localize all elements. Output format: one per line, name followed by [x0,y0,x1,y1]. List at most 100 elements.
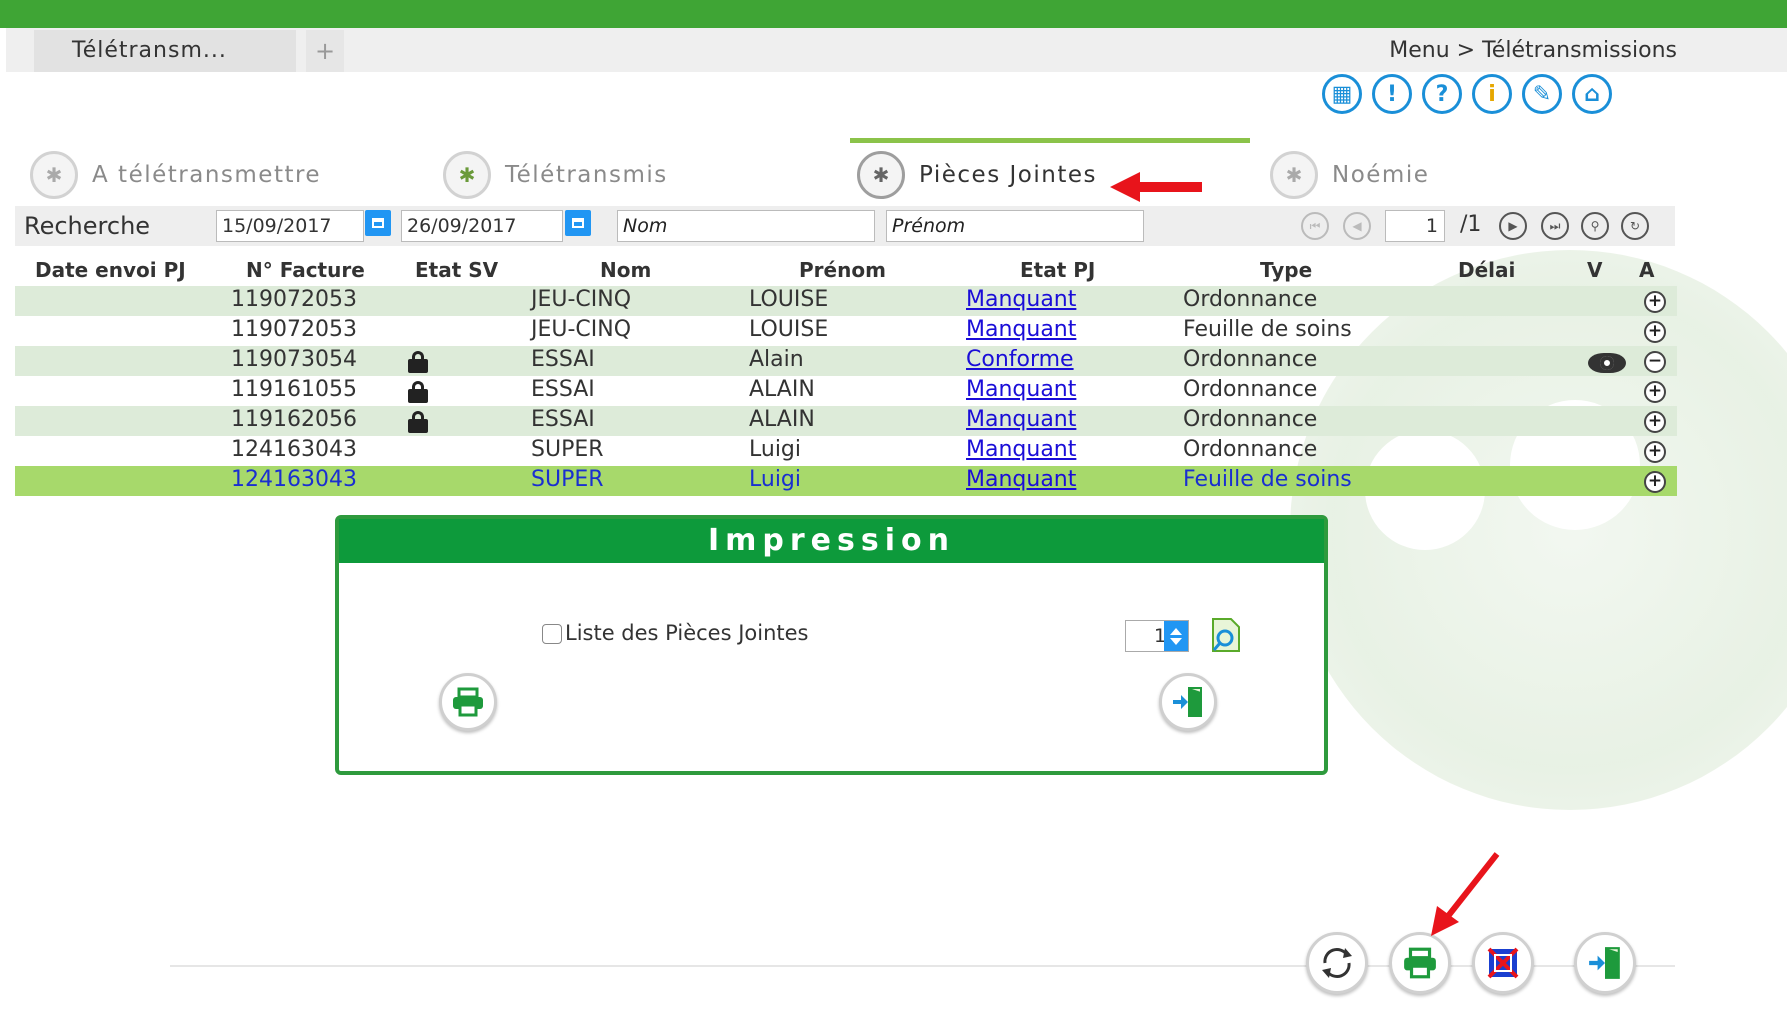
column-header[interactable]: Prénom [799,258,886,282]
table-row[interactable]: 119073054 ESSAI Alain Conforme Ordonnanc… [15,346,1677,376]
type-cell: Ordonnance [1183,287,1318,312]
search-label: Recherche [24,212,151,240]
next-page-icon[interactable]: ▶ [1499,212,1527,240]
column-header[interactable]: Type [1260,258,1312,282]
tab-label: Télétransmis [505,162,668,188]
facture-cell: 119072053 [231,287,357,312]
printer-icon [1404,947,1436,979]
search-icon[interactable]: ⚲ [1581,212,1609,240]
exit-button[interactable] [1574,932,1636,994]
info-icon[interactable]: i [1472,74,1512,114]
etat-pj-link[interactable]: Manquant [966,467,1076,492]
etat-pj-link[interactable]: Manquant [966,377,1076,402]
etat-pj-link[interactable]: Manquant [966,287,1076,312]
lock-icon [408,381,428,403]
lock-icon [408,411,428,433]
first-page-icon[interactable]: ⏮ [1301,212,1329,240]
add-icon[interactable]: + [1644,381,1666,403]
nom-cell: JEU-CINQ [531,287,632,312]
copies-stepper[interactable]: 1 [1125,620,1189,652]
top-toolbar: ▦ ! ? i ✎ ⌂ [1322,74,1612,116]
column-header[interactable]: N° Facture [246,258,365,282]
nom-cell: SUPER [531,437,604,462]
table-header: Date envoi PJ N° Facture Etat SV Nom Pré… [15,256,1677,286]
etat-pj-link[interactable]: Manquant [966,317,1076,342]
table-row[interactable]: 124163043 SUPER Luigi Manquant Ordonnanc… [15,436,1677,466]
checkbox-label[interactable]: Liste des Pièces Jointes [565,621,809,645]
help-icon[interactable]: ? [1422,74,1462,114]
page-total: /1 [1460,212,1482,237]
calendar-icon[interactable]: ▦ [1322,74,1362,114]
view-eye-icon[interactable] [1588,353,1626,373]
etat-pj-link[interactable]: Manquant [966,437,1076,462]
nom-cell: JEU-CINQ [531,317,632,342]
last-page-icon[interactable]: ⏭ [1541,212,1569,240]
column-header[interactable]: Délai [1458,258,1515,282]
add-icon[interactable]: + [1644,291,1666,313]
table-row[interactable]: 119162056 ESSAI ALAIN Manquant Ordonnanc… [15,406,1677,436]
print-button[interactable] [1389,932,1451,994]
type-cell: Ordonnance [1183,377,1318,402]
add-icon[interactable]: + [1644,471,1666,493]
column-header[interactable]: A [1639,258,1654,282]
print-preview-icon[interactable] [1210,617,1242,653]
prenom-cell: ALAIN [749,377,815,402]
prenom-cell: ALAIN [749,407,815,432]
window-tab[interactable]: Télétransm... [34,30,296,72]
facture-cell: 119162056 [231,407,357,432]
nom-cell: SUPER [531,467,604,492]
calendar-icon[interactable] [365,210,391,236]
table-row-selected[interactable]: 124163043 SUPER Luigi Manquant Feuille d… [15,466,1677,496]
page-number-input[interactable]: 1 [1385,210,1445,242]
column-header[interactable]: Nom [600,258,651,282]
exit-door-icon [1173,687,1202,717]
breadcrumb: Menu > Télétransmissions [1389,38,1677,63]
etat-pj-link[interactable]: Conforme [966,347,1074,372]
tab-teletransmis[interactable]: ✱ Télétransmis [443,150,668,200]
table-row[interactable]: 119072053 JEU-CINQ LOUISE Manquant Feuil… [15,316,1677,346]
settings-icon[interactable]: ✎ [1522,74,1562,114]
add-tab-button[interactable]: + [306,30,344,72]
column-header[interactable]: Etat SV [415,258,498,282]
date-from-input[interactable]: 15/09/2017 [216,210,364,242]
nom-cell: ESSAI [531,407,595,432]
etat-pj-link[interactable]: Manquant [966,407,1076,432]
add-icon[interactable]: + [1644,411,1666,433]
table-row[interactable]: 119161055 ESSAI ALAIN Manquant Ordonnanc… [15,376,1677,406]
transmit-button[interactable] [1472,932,1534,994]
lock-icon [408,351,428,373]
refresh-icon [1322,948,1352,978]
refresh-button[interactable] [1306,932,1368,994]
card-reader-icon: ✱ [443,151,491,199]
print-button[interactable] [439,673,497,731]
column-header[interactable]: Date envoi PJ [35,258,186,282]
calendar-icon[interactable] [565,210,591,236]
home-icon[interactable]: ⌂ [1572,74,1612,114]
add-icon[interactable]: + [1644,441,1666,463]
transmit-cancel-icon [1487,947,1519,979]
table-row[interactable]: 119072053 JEU-CINQ LOUISE Manquant Ordon… [15,286,1677,316]
remove-icon[interactable]: − [1644,351,1666,373]
facture-cell: 124163043 [231,437,357,462]
card-reader-icon: ✱ [30,151,78,199]
nom-input[interactable]: Nom [617,210,875,242]
liste-pieces-jointes-checkbox[interactable] [542,624,562,644]
alert-icon[interactable]: ! [1372,74,1412,114]
date-to-input[interactable]: 26/09/2017 [401,210,563,242]
nom-cell: ESSAI [531,347,595,372]
add-icon[interactable]: + [1644,321,1666,343]
reset-icon[interactable]: ↻ [1621,212,1649,240]
previous-page-icon[interactable]: ◀ [1343,212,1371,240]
prenom-cell: LOUISE [749,287,829,312]
facture-cell: 124163043 [231,467,357,492]
stepper-arrows[interactable] [1164,621,1188,651]
exit-button[interactable] [1159,673,1217,731]
type-cell: Ordonnance [1183,347,1318,372]
prenom-input[interactable]: Prénom [886,210,1144,242]
tab-pieces-jointes[interactable]: ✱ Pièces Jointes [857,150,1097,200]
tab-a-teletransmettre[interactable]: ✱ A télétransmettre [30,150,321,200]
column-header[interactable]: Etat PJ [1020,258,1095,282]
tab-noemie[interactable]: ✱ Noémie [1270,150,1429,200]
facture-cell: 119161055 [231,377,357,402]
column-header[interactable]: V [1587,258,1602,282]
